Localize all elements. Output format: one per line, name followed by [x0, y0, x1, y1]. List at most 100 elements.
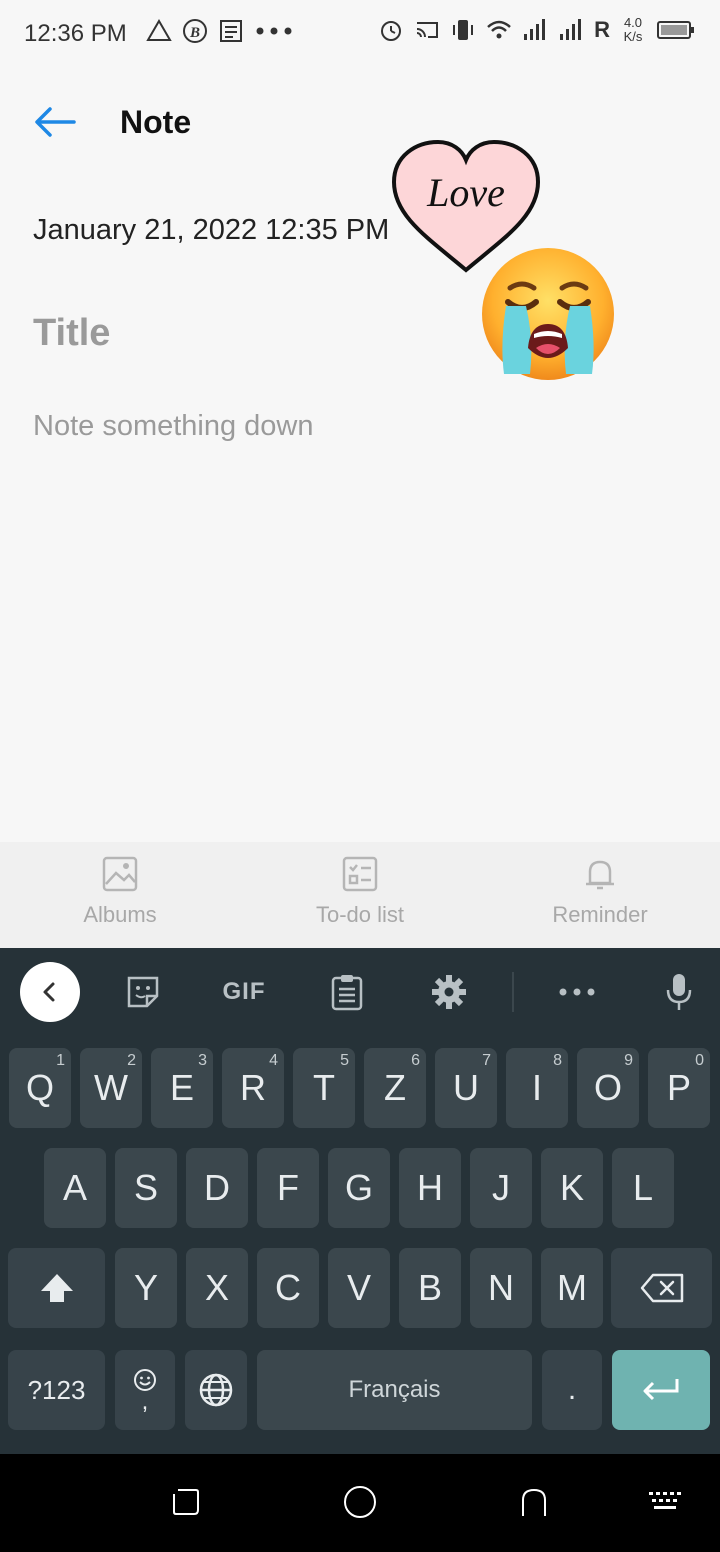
key-label: E: [169, 1067, 194, 1108]
todo-list-label: To-do list: [315, 902, 405, 927]
key-label: M: [557, 1267, 587, 1308]
key-number-hint: 4: [269, 1052, 278, 1069]
key-label: U: [453, 1067, 479, 1108]
key-label: G: [344, 1167, 373, 1208]
key-label: W: [94, 1067, 128, 1108]
key-c[interactable]: C: [257, 1248, 319, 1328]
key-label: Z: [384, 1067, 406, 1108]
key-u[interactable]: U7: [435, 1048, 497, 1128]
key-number-hint: 2: [127, 1052, 136, 1069]
key-p[interactable]: P0: [648, 1048, 710, 1128]
reminder-button[interactable]: Reminder: [520, 856, 680, 928]
collapse-keyboard-button[interactable]: [20, 962, 80, 1022]
key-m[interactable]: M: [541, 1248, 603, 1328]
key-v[interactable]: V: [328, 1248, 390, 1328]
period-key[interactable]: .: [542, 1350, 602, 1430]
key-number-hint: 9: [624, 1052, 633, 1069]
space-bar-label: Français: [348, 1376, 441, 1403]
gif-button[interactable]: GIF: [214, 964, 274, 1020]
key-h[interactable]: H: [399, 1148, 461, 1228]
keyboard-switch-icon[interactable]: [648, 1490, 682, 1514]
key-a[interactable]: A: [44, 1148, 106, 1228]
clipboard-icon: [331, 975, 363, 1011]
albums-label: Albums: [83, 902, 157, 927]
status-bar: 12:36 PM B R 4.0 K/s: [0, 0, 720, 68]
key-label: P: [666, 1067, 691, 1108]
key-l[interactable]: L: [612, 1148, 674, 1228]
key-f[interactable]: F: [257, 1148, 319, 1228]
back-nav-icon[interactable]: [518, 1486, 550, 1518]
gear-icon: [432, 975, 466, 1009]
key-s[interactable]: S: [115, 1148, 177, 1228]
key-label: D: [204, 1167, 230, 1208]
key-k[interactable]: K: [541, 1148, 603, 1228]
note-body-input[interactable]: Note something down: [33, 410, 314, 443]
key-z[interactable]: Z6: [364, 1048, 426, 1128]
globe-icon: [199, 1373, 233, 1407]
key-e[interactable]: E3: [151, 1048, 213, 1128]
clipboard-button[interactable]: [324, 964, 370, 1020]
shift-arrow-icon: [40, 1274, 73, 1302]
language-key[interactable]: [185, 1350, 247, 1430]
key-label: H: [417, 1167, 443, 1208]
signal-icon: [524, 19, 546, 40]
keyboard-suggestion-bar: GIF: [0, 948, 720, 1036]
key-n[interactable]: N: [470, 1248, 532, 1328]
voice-input-button[interactable]: [656, 964, 702, 1020]
key-d[interactable]: D: [186, 1148, 248, 1228]
alarm-icon: [381, 21, 402, 41]
key-r[interactable]: R4: [222, 1048, 284, 1128]
enter-key[interactable]: [612, 1350, 710, 1430]
key-b[interactable]: B: [399, 1248, 461, 1328]
key-y[interactable]: Y: [115, 1248, 177, 1328]
backspace-key[interactable]: [611, 1248, 712, 1328]
back-arrow-icon[interactable]: [30, 100, 80, 144]
vibrate-icon: [453, 20, 474, 40]
more-dots-icon: [256, 27, 292, 35]
space-bar[interactable]: Français: [257, 1350, 532, 1430]
symbols-key[interactable]: ?123: [8, 1350, 105, 1430]
news-icon: [220, 20, 242, 42]
cast-icon: [416, 22, 439, 38]
key-label: J: [492, 1167, 510, 1208]
title-input[interactable]: Title: [33, 312, 110, 355]
key-label: A: [62, 1167, 87, 1208]
key-label: T: [313, 1067, 335, 1108]
warning-icon: [146, 19, 172, 41]
key-j[interactable]: J: [470, 1148, 532, 1228]
shift-key[interactable]: [8, 1248, 105, 1328]
key-number-hint: 8: [553, 1052, 562, 1069]
bell-icon: [586, 860, 614, 890]
key-w[interactable]: W2: [80, 1048, 142, 1128]
b-circle-icon: B: [183, 19, 207, 43]
network-speed: 4.0 K/s: [623, 15, 643, 44]
keyboard: GIF ?123 , Français . Q 1 W 2 E 3 R 4 T …: [0, 948, 720, 1454]
key-g[interactable]: G: [328, 1148, 390, 1228]
key-o[interactable]: O9: [577, 1048, 639, 1128]
albums-button[interactable]: Albums: [40, 856, 200, 928]
todo-list-button[interactable]: To-do list: [280, 856, 440, 928]
key-q[interactable]: Q1: [9, 1048, 71, 1128]
home-circle-icon[interactable]: [342, 1484, 378, 1520]
signal-2-icon: [560, 19, 582, 40]
key-label: F: [277, 1167, 299, 1208]
more-options-button[interactable]: [554, 964, 600, 1020]
emoji-comma-key[interactable]: ,: [115, 1350, 175, 1430]
key-number-hint: 7: [482, 1052, 491, 1069]
key-label: K: [559, 1167, 584, 1208]
key-i[interactable]: I8: [506, 1048, 568, 1128]
chevron-left-icon: [43, 982, 55, 1002]
key-x[interactable]: X: [186, 1248, 248, 1328]
key-t[interactable]: T5: [293, 1048, 355, 1128]
key-label: S: [133, 1167, 158, 1208]
settings-button[interactable]: [426, 964, 472, 1020]
sticker-button[interactable]: [120, 964, 166, 1020]
heart-text: Love: [426, 170, 505, 215]
sticker-icon: [127, 976, 159, 1008]
key-number-hint: 6: [411, 1052, 420, 1069]
battery-icon: [657, 21, 694, 39]
wifi-icon: [487, 20, 511, 39]
roaming-indicator: R: [594, 17, 610, 42]
recents-icon[interactable]: [170, 1486, 202, 1518]
note-toolbar: Albums To-do list Reminder: [0, 842, 720, 948]
